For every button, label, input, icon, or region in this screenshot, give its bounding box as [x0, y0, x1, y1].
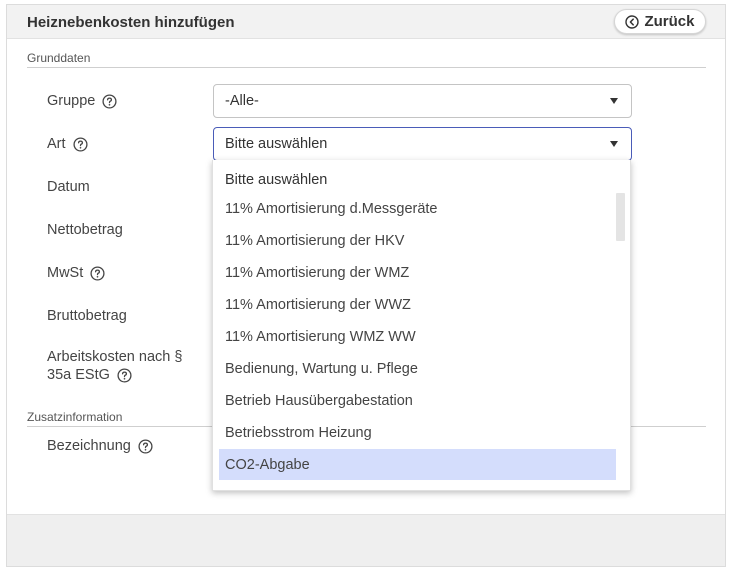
section-grunddaten: Grunddaten	[27, 51, 91, 65]
question-circle-icon[interactable]	[102, 93, 117, 109]
section-divider	[27, 67, 706, 68]
gruppe-select[interactable]: -Alle-	[213, 84, 632, 118]
dropdown-option[interactable]: Betriebsstrom Heizung	[219, 417, 616, 448]
page-title: Heiznebenkosten hinzufügen	[27, 14, 235, 31]
dropdown-option[interactable]: Betrieb Hausübergabestation	[219, 385, 616, 416]
dropdown-option[interactable]: 11% Amortisierung WMZ WW	[219, 321, 616, 352]
dropdown-option[interactable]: 11% Amortisierung d.Messgeräte	[219, 193, 616, 224]
art-dropdown-list: Bitte auswählen 11% Amortisierung d.Mess…	[212, 160, 631, 491]
caret-down-icon	[610, 141, 618, 147]
label-arbeitskosten: Arbeitskosten nach § 35a EStG	[47, 349, 183, 383]
caret-down-icon	[610, 98, 618, 104]
dropdown-scrollbar[interactable]	[616, 193, 625, 241]
art-select[interactable]: Bitte auswählen	[213, 127, 632, 161]
label-art: Art	[47, 136, 88, 152]
question-circle-icon[interactable]	[72, 136, 88, 152]
question-circle-icon[interactable]	[138, 438, 153, 454]
chevron-left-circle-icon	[625, 14, 640, 29]
back-button-label: Zurück	[644, 13, 695, 30]
panel-header: Heiznebenkosten hinzufügen Zurück	[7, 5, 725, 39]
section-zusatzinformation: Zusatzinformation	[27, 410, 123, 424]
dropdown-option[interactable]: 11% Amortisierung der WMZ	[219, 257, 616, 288]
label-nettobetrag: Nettobetrag	[47, 222, 123, 238]
label-bezeichnung: Bezeichnung	[47, 438, 153, 454]
label-bruttobetrag: Bruttobetrag	[47, 308, 127, 324]
footer-bar	[7, 514, 725, 566]
question-circle-icon[interactable]	[90, 265, 105, 281]
dropdown-option[interactable]: Bedienung, Wartung u. Pflege	[219, 353, 616, 384]
dropdown-option[interactable]: Bitte auswählen	[219, 164, 616, 195]
dropdown-option[interactable]: 11% Amortisierung der WWZ	[219, 289, 616, 320]
question-circle-icon[interactable]	[117, 367, 132, 383]
label-datum: Datum	[47, 179, 90, 195]
label-mwst: MwSt	[47, 265, 105, 281]
dropdown-option-highlighted[interactable]: CO2-Abgabe	[219, 449, 616, 480]
dropdown-option[interactable]: 11% Amortisierung der HKV	[219, 225, 616, 256]
label-gruppe: Gruppe	[47, 93, 117, 109]
back-button[interactable]: Zurück	[614, 9, 706, 34]
